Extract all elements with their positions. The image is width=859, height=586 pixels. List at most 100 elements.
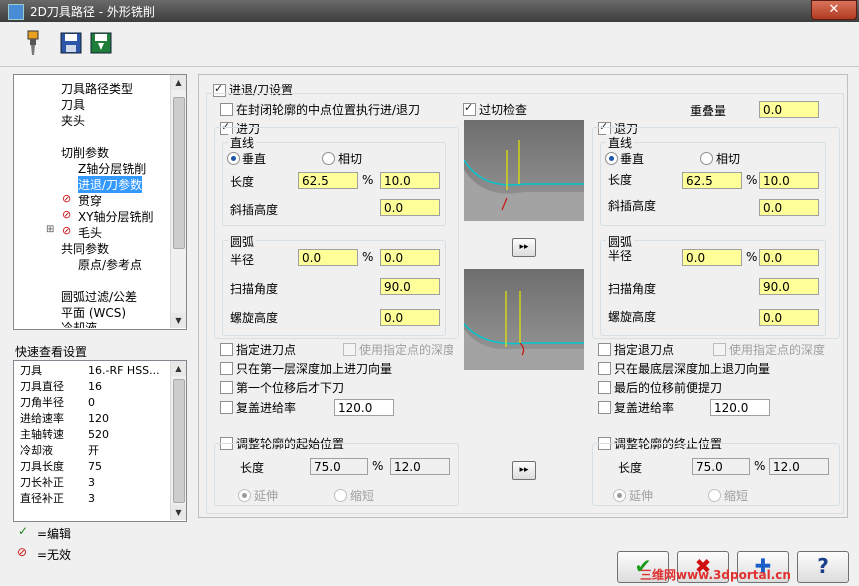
- title-bar: 2D刀具路径 - 外形铣削 ✕: [0, 0, 859, 22]
- tree-item-cut-params[interactable]: 切削参数: [61, 144, 109, 161]
- quick-view-rows: 刀具 16.-RF HSS... 刀具直径 16 刀角半径 0 进给速率 120 主轴转速 520…: [18, 362, 162, 506]
- scroll-down-icon[interactable]: ▼: [171, 313, 186, 328]
- entry-length-input[interactable]: 10.0: [380, 172, 440, 189]
- quick-view-row: 刀具长度 75: [18, 458, 162, 474]
- entry-use-depth-checkbox[interactable]: [343, 343, 356, 356]
- entry-first-depth-label: 只在第一层深度加上进刀向量: [236, 362, 393, 376]
- tree-item-lead-in-out[interactable]: 进退/刀参数: [78, 176, 143, 193]
- quick-view-row: 刀角半径 0: [18, 394, 162, 410]
- quick-scrollbar[interactable]: ▲ ▼: [170, 361, 186, 520]
- tree-item-arc-filter[interactable]: 圆弧过滤/公差: [61, 288, 137, 305]
- end-length-pct-input[interactable]: 75.0: [692, 458, 750, 475]
- parameter-tree: 刀具路径类型 刀具 夹头 切削参数 Z轴分层铣削 进退/刀参数 ⊘ 贯穿 ⊘ X…: [13, 74, 187, 330]
- end-extend-radio[interactable]: [613, 489, 626, 502]
- entry-tangent-radio[interactable]: [322, 152, 335, 165]
- entry-helix-label: 螺旋高度: [230, 311, 279, 325]
- exit-override-feed-checkbox[interactable]: [598, 401, 611, 414]
- quick-view-key: 刀具长度: [20, 460, 64, 473]
- tree-item-toolpath-type[interactable]: 刀具路径类型: [61, 80, 133, 97]
- entry-point-checkbox[interactable]: [220, 343, 233, 356]
- tree-item-z-depth[interactable]: Z轴分层铣削: [78, 160, 146, 177]
- scroll-thumb[interactable]: [173, 97, 185, 249]
- scroll-thumb[interactable]: [173, 379, 185, 503]
- exit-radius-input[interactable]: 0.0: [759, 249, 819, 266]
- scroll-up-icon[interactable]: ▲: [171, 361, 186, 376]
- save-icon[interactable]: [60, 30, 82, 56]
- exit-length-pct-input[interactable]: 62.5: [682, 172, 742, 189]
- entry-radius-pct-sign: %: [362, 250, 374, 264]
- save-as-icon[interactable]: [90, 30, 112, 56]
- expand-icon[interactable]: ⊞: [46, 224, 54, 235]
- exit-perp-radio[interactable]: [605, 152, 618, 165]
- help-button[interactable]: ?: [797, 551, 849, 583]
- exit-tangent-radio[interactable]: [700, 152, 713, 165]
- tree-item-holder[interactable]: 夹头: [61, 112, 85, 129]
- tool-icon[interactable]: [22, 30, 44, 56]
- exit-override-feed-label: 复盖进给率: [614, 401, 675, 415]
- close-button[interactable]: ✕: [811, 0, 857, 20]
- exit-last-depth-label: 只在最底层深度加上退刀向量: [614, 362, 771, 376]
- copy-start-to-end-button[interactable]: ▸▸: [512, 461, 536, 480]
- exit-feed-input[interactable]: 120.0: [710, 399, 770, 416]
- quick-view-key: 刀具直径: [20, 380, 64, 393]
- tree-item-home-ref[interactable]: 原点/参考点: [78, 256, 142, 273]
- entry-feed-input[interactable]: 120.0: [334, 399, 394, 416]
- exit-sweep-input[interactable]: 90.0: [759, 278, 819, 295]
- disabled-icon: ⊘: [62, 224, 72, 237]
- copy-entry-to-exit-button[interactable]: ▸▸: [512, 238, 536, 257]
- start-shorten-radio[interactable]: [334, 489, 347, 502]
- gouge-check-checkbox[interactable]: [463, 101, 476, 116]
- entry-perp-label: 垂直: [242, 152, 267, 166]
- exit-point-checkbox[interactable]: [598, 343, 611, 356]
- entry-first-move-checkbox[interactable]: [220, 381, 233, 394]
- start-shorten-label: 缩短: [350, 489, 375, 503]
- exit-last-move-checkbox[interactable]: [598, 381, 611, 394]
- entry-perp-radio[interactable]: [227, 152, 240, 165]
- entry-first-move-label: 第一个位移后才下刀: [236, 381, 345, 395]
- midpoint-checkbox[interactable]: [220, 103, 233, 116]
- window-title: 2D刀具路径 - 外形铣削: [30, 5, 155, 19]
- legend-disabled: =无效: [37, 548, 72, 562]
- tree-item-common-params[interactable]: 共同参数: [61, 240, 109, 257]
- start-length-input[interactable]: 12.0: [390, 458, 450, 475]
- tree-item-break-through[interactable]: 贯穿: [78, 192, 102, 209]
- scroll-down-icon[interactable]: ▼: [171, 505, 186, 520]
- quick-view-key: 主轴转速: [20, 428, 64, 441]
- tree-scrollbar[interactable]: ▲ ▼: [170, 75, 186, 328]
- entry-first-depth-checkbox[interactable]: [220, 362, 233, 375]
- exit-radius-pct-input[interactable]: 0.0: [682, 249, 742, 266]
- exit-helix-input[interactable]: 0.0: [759, 309, 819, 326]
- entry-radius-input[interactable]: 0.0: [380, 249, 440, 266]
- entry-length-pct-input[interactable]: 62.5: [298, 172, 358, 189]
- tree-item-xy-depth[interactable]: XY轴分层铣削: [78, 208, 154, 225]
- start-length-pct-input[interactable]: 75.0: [310, 458, 368, 475]
- end-length-input[interactable]: 12.0: [769, 458, 829, 475]
- entry-override-feed-checkbox[interactable]: [220, 401, 233, 414]
- entry-override-feed-label: 复盖进给率: [236, 401, 297, 415]
- end-shorten-radio[interactable]: [708, 489, 721, 502]
- entry-tangent-label: 相切: [338, 152, 363, 166]
- disabled-icon: ⊘: [62, 208, 72, 221]
- tree-item-coolant[interactable]: 冷却液: [61, 319, 97, 328]
- exit-length-input[interactable]: 10.0: [759, 172, 819, 189]
- entry-helix-input[interactable]: 0.0: [380, 309, 440, 326]
- exit-use-depth-checkbox[interactable]: [713, 343, 726, 356]
- entry-sweep-input[interactable]: 90.0: [380, 278, 440, 295]
- scroll-up-icon[interactable]: ▲: [171, 75, 186, 90]
- exit-last-depth-checkbox[interactable]: [598, 362, 611, 375]
- arc-preview: [464, 269, 584, 370]
- legend-edit: =编辑: [37, 527, 72, 541]
- start-extend-radio[interactable]: [238, 489, 251, 502]
- quick-view-key: 刀具: [20, 364, 42, 377]
- exit-ramp-label: 斜插高度: [608, 199, 657, 213]
- entry-radius-pct-input[interactable]: 0.0: [298, 249, 358, 266]
- exit-ramp-input[interactable]: 0.0: [759, 199, 819, 216]
- tree-item-tabs[interactable]: 毛头: [78, 224, 102, 241]
- quick-view-row: 进给速率 120: [18, 410, 162, 426]
- overlap-input[interactable]: 0.0: [759, 101, 819, 118]
- tree-item-tool[interactable]: 刀具: [61, 96, 85, 113]
- entry-sweep-label: 扫描角度: [230, 282, 279, 296]
- quick-view-row: 冷却液 开: [18, 442, 162, 458]
- quick-view-key: 直径补正: [20, 492, 64, 505]
- entry-ramp-input[interactable]: 0.0: [380, 199, 440, 216]
